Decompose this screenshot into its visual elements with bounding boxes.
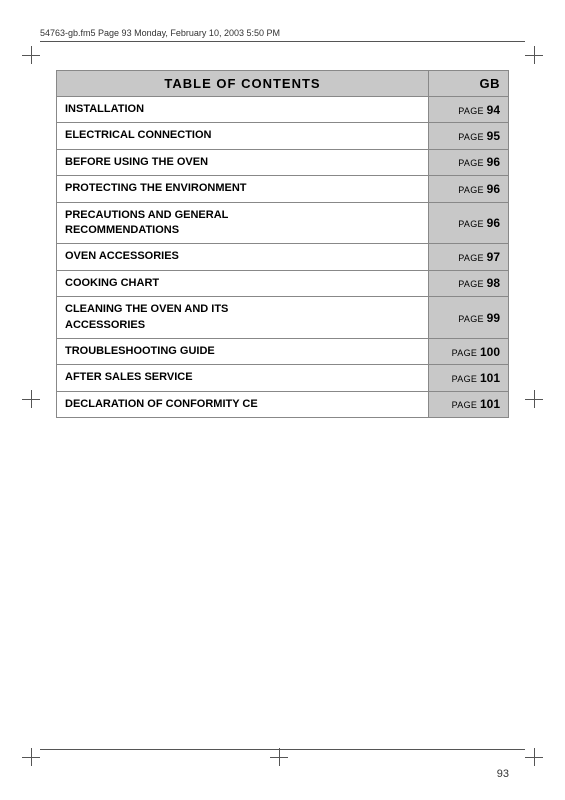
toc-item-label: TROUBLESHOOTING GUIDE: [57, 338, 429, 364]
toc-item-label: PROTECTING THE ENVIRONMENT: [57, 176, 429, 202]
page-label: PAGE: [452, 348, 480, 358]
page-label: PAGE: [452, 374, 480, 384]
page-label: PAGE: [458, 132, 486, 142]
page-number-value: 95: [487, 129, 500, 143]
page-label: PAGE: [458, 158, 486, 168]
table-row: CLEANING THE OVEN AND ITSACCESSORIESPAGE…: [57, 297, 509, 339]
table-row: AFTER SALES SERVICEPAGE 101: [57, 365, 509, 391]
page-number-value: 100: [480, 345, 500, 359]
table-row: OVEN ACCESSORIESPAGE 97: [57, 244, 509, 270]
toc-content: TABLE OF CONTENTS GB INSTALLATIONPAGE 94…: [56, 70, 509, 418]
toc-item-label: OVEN ACCESSORIES: [57, 244, 429, 270]
page-number-value: 99: [487, 311, 500, 325]
toc-table: TABLE OF CONTENTS GB INSTALLATIONPAGE 94…: [56, 70, 509, 418]
crosshair-mid-right: [525, 390, 543, 408]
header: 54763-gb.fm5 Page 93 Monday, February 10…: [40, 28, 525, 42]
toc-page-cell: PAGE 98: [429, 270, 509, 296]
crosshair-bottom-right: [525, 748, 543, 766]
toc-item-label: ELECTRICAL CONNECTION: [57, 123, 429, 149]
page-number-value: 94: [487, 103, 500, 117]
toc-page-cell: PAGE 101: [429, 365, 509, 391]
crosshair-top-right: [525, 46, 543, 64]
page-label: PAGE: [458, 253, 486, 263]
page-label: PAGE: [458, 314, 486, 324]
page: 54763-gb.fm5 Page 93 Monday, February 10…: [0, 0, 565, 800]
table-row: INSTALLATIONPAGE 94: [57, 97, 509, 123]
crosshair-top-left: [22, 46, 40, 64]
page-number: 93: [497, 768, 509, 780]
toc-item-label: CLEANING THE OVEN AND ITSACCESSORIES: [57, 297, 429, 339]
page-number-value: 101: [480, 371, 500, 385]
table-row: ELECTRICAL CONNECTIONPAGE 95: [57, 123, 509, 149]
page-label: PAGE: [458, 219, 486, 229]
table-row: BEFORE USING THE OVENPAGE 96: [57, 149, 509, 175]
toc-item-label: AFTER SALES SERVICE: [57, 365, 429, 391]
page-number-value: 98: [487, 276, 500, 290]
toc-item-label: DECLARATION OF CONFORMITY CE: [57, 391, 429, 417]
crosshair-bottom-left: [22, 748, 40, 766]
toc-page-cell: PAGE 96: [429, 176, 509, 202]
table-row: TROUBLESHOOTING GUIDEPAGE 100: [57, 338, 509, 364]
toc-page-cell: PAGE 96: [429, 149, 509, 175]
toc-item-label: BEFORE USING THE OVEN: [57, 149, 429, 175]
page-label: PAGE: [458, 106, 486, 116]
toc-title: TABLE OF CONTENTS: [57, 71, 429, 97]
toc-item-label: PRECAUTIONS AND GENERALRECOMMENDATIONS: [57, 202, 429, 244]
crosshair-bottom-mid: [270, 748, 288, 766]
toc-page-cell: PAGE 99: [429, 297, 509, 339]
file-info: 54763-gb.fm5 Page 93 Monday, February 10…: [40, 28, 280, 38]
toc-page-cell: PAGE 96: [429, 202, 509, 244]
table-row: DECLARATION OF CONFORMITY CEPAGE 101: [57, 391, 509, 417]
page-label: PAGE: [452, 400, 480, 410]
page-number-value: 97: [487, 250, 500, 264]
table-row: PRECAUTIONS AND GENERALRECOMMENDATIONSPA…: [57, 202, 509, 244]
page-number-value: 96: [487, 216, 500, 230]
toc-item-label: COOKING CHART: [57, 270, 429, 296]
table-row: PROTECTING THE ENVIRONMENTPAGE 96: [57, 176, 509, 202]
footer-line: [40, 749, 525, 750]
crosshair-mid-left: [22, 390, 40, 408]
toc-gb-label: GB: [429, 71, 509, 97]
toc-header-row: TABLE OF CONTENTS GB: [57, 71, 509, 97]
toc-item-label: INSTALLATION: [57, 97, 429, 123]
toc-page-cell: PAGE 101: [429, 391, 509, 417]
toc-page-cell: PAGE 97: [429, 244, 509, 270]
page-number-value: 101: [480, 397, 500, 411]
toc-page-cell: PAGE 94: [429, 97, 509, 123]
page-label: PAGE: [458, 279, 486, 289]
toc-page-cell: PAGE 95: [429, 123, 509, 149]
toc-page-cell: PAGE 100: [429, 338, 509, 364]
page-label: PAGE: [458, 185, 486, 195]
page-number-value: 96: [487, 155, 500, 169]
page-number-value: 96: [487, 182, 500, 196]
table-row: COOKING CHARTPAGE 98: [57, 270, 509, 296]
